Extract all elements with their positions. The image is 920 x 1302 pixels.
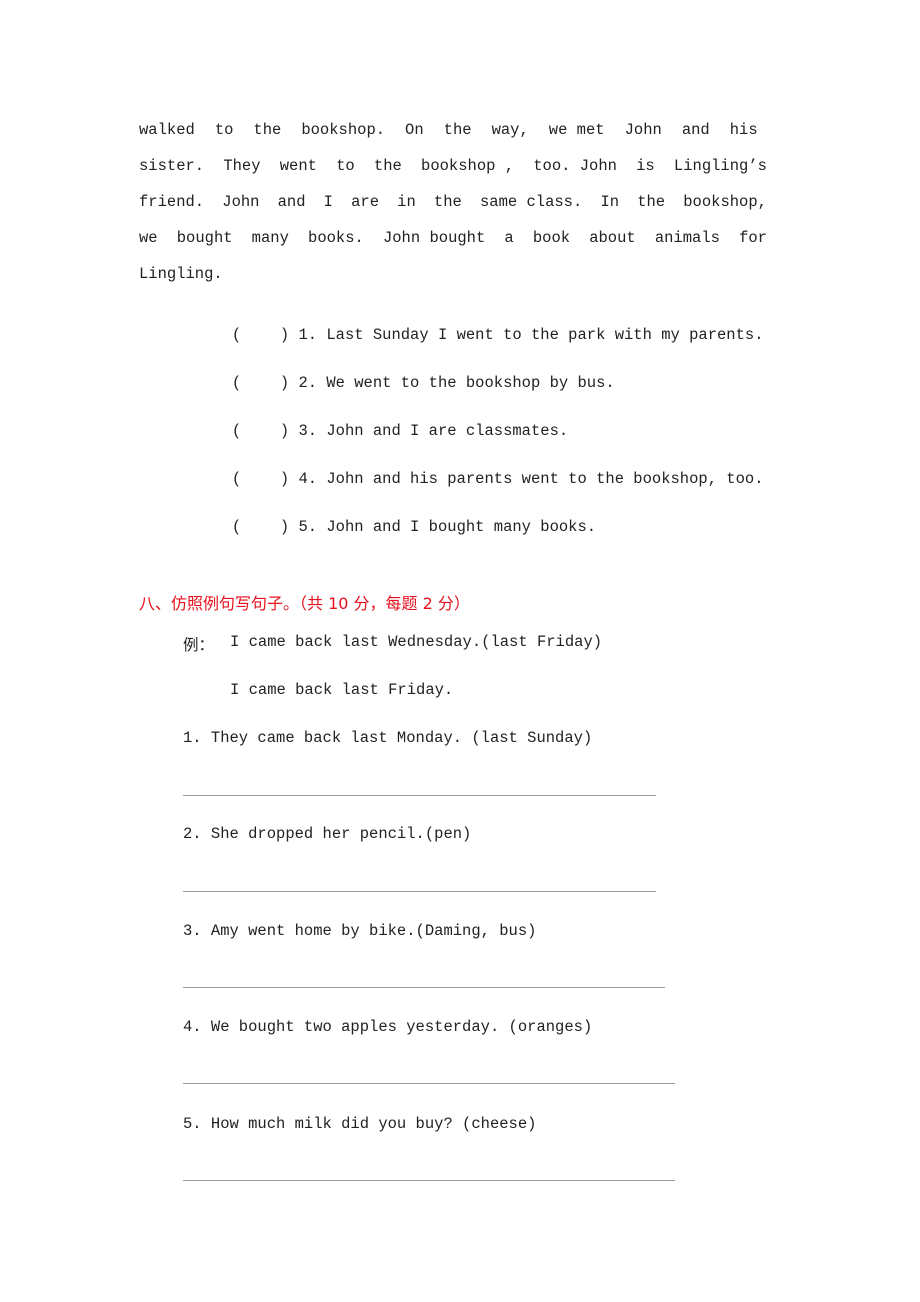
passage-word: I (323, 193, 333, 211)
passage-line-2: sister. They went to the bookshop , too. John i… (139, 157, 767, 175)
passage-word: friend. (139, 193, 205, 211)
statement-text: 2. We went to the bookshop by bus. (298, 374, 615, 392)
passage-word: too. John (533, 157, 617, 175)
passage-line-3: friend. John and Iare in the same class. In the b… (139, 193, 767, 211)
answer-blank-open[interactable]: ( (232, 422, 280, 440)
passage-word: animals (654, 229, 720, 247)
passage-word: to (214, 121, 234, 139)
answer-line[interactable] (183, 987, 665, 988)
passage-word: and (277, 193, 306, 211)
passage-word: the (373, 157, 402, 175)
passage-word: the (637, 193, 666, 211)
passage-word: John (222, 193, 260, 211)
passage-word: In (600, 193, 620, 211)
example-sentence: I came back last Wednesday.(last Friday) (230, 633, 603, 651)
passage-word: walked (139, 121, 195, 139)
passage-word: is (636, 157, 655, 175)
passage-word: in (397, 193, 416, 211)
passage-word: Lingling’s (673, 157, 767, 175)
passage-word: and (681, 121, 710, 139)
statement-text: 3. John and I are classmates. (298, 422, 569, 440)
passage-word: bookshop, (683, 193, 767, 211)
example-answer: I came back last Friday. (230, 681, 454, 699)
passage-word: we (139, 229, 158, 247)
statement-text: 4. John and his parents went to the book… (298, 470, 764, 488)
passage-word: They (223, 157, 261, 175)
passage-word: the (253, 121, 282, 139)
rewrite-question: 5. How much milk did you buy? (cheese) (183, 1115, 537, 1133)
answer-blank-close: ) (279, 470, 290, 488)
passage-word: went (279, 157, 317, 175)
example-label: 例： (183, 637, 215, 655)
true-false-item: () 3. John and I are classmates. (176, 404, 568, 458)
statement-text: 1. Last Sunday I went to the park with m… (298, 326, 764, 344)
section-heading: 八、仿照例句写句子。（共 10 分，每题 2 分） (139, 594, 470, 613)
passage-word: bookshop. (301, 121, 386, 139)
passage-word: book (532, 229, 571, 247)
answer-line[interactable] (183, 891, 656, 892)
passage-word: bookshop , (421, 157, 515, 175)
passage-word: we met (548, 121, 605, 139)
passage-word: the (443, 121, 472, 139)
rewrite-question: 1. They came back last Monday. (last Sun… (183, 729, 593, 747)
rewrite-question: 4. We bought two apples yesterday. (oran… (183, 1018, 593, 1036)
answer-blank-open[interactable]: ( (232, 518, 280, 536)
passage-word: sister. (139, 157, 205, 175)
passage-word: On (405, 121, 424, 139)
passage-word: are (351, 193, 380, 211)
answer-blank-open[interactable]: ( (232, 374, 280, 392)
passage-word: John bought (382, 229, 486, 247)
true-false-item: () 2. We went to the bookshop by bus. (176, 356, 615, 410)
passage-word: the (433, 193, 462, 211)
statement-text: 5. John and I bought many books. (298, 518, 597, 536)
answer-line[interactable] (183, 795, 656, 796)
answer-blank-open[interactable]: ( (232, 470, 280, 488)
answer-blank-close: ) (279, 518, 290, 536)
passage-word: way, (491, 121, 529, 139)
passage-word: same class. (479, 193, 583, 211)
passage-word: a (504, 229, 514, 247)
answer-line[interactable] (183, 1083, 675, 1084)
answer-blank-open[interactable]: ( (232, 326, 280, 344)
rewrite-question: 2. She dropped her pencil.(pen) (183, 825, 472, 843)
answer-line[interactable] (183, 1180, 675, 1181)
passage-line-4: we bought many books. John bought a book about a… (139, 229, 767, 247)
rewrite-question: 3. Amy went home by bike.(Daming, bus) (183, 922, 537, 940)
passage-line-5: Lingling. (139, 265, 223, 283)
true-false-item: () 4. John and his parents went to the b… (176, 452, 764, 506)
passage-word: about (589, 229, 636, 247)
passage-word: for (739, 229, 767, 247)
passage-line-1: walked to the bookshop. On the way, we met John a… (139, 121, 767, 139)
passage-word: John (624, 121, 662, 139)
passage-word: bought (176, 229, 233, 247)
answer-blank-close: ) (279, 422, 290, 440)
true-false-item: () 5. John and I bought many books. (176, 500, 596, 554)
passage-word: many (251, 229, 289, 247)
true-false-item: () 1. Last Sunday I went to the park wit… (176, 308, 764, 362)
passage-word: his (729, 121, 767, 139)
passage-word: to (336, 157, 355, 175)
answer-blank-close: ) (279, 326, 290, 344)
passage-word: books. (308, 229, 364, 247)
answer-blank-close: ) (279, 374, 290, 392)
